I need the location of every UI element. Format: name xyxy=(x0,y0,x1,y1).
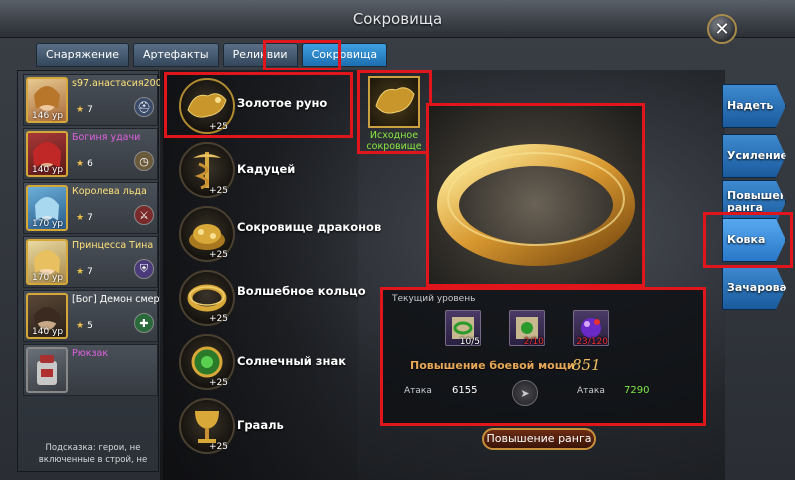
treasure-name: Золотое руно xyxy=(237,96,328,110)
backpack-card[interactable]: Рюкзак xyxy=(23,344,158,396)
treasure-item-golden-fleece[interactable]: Золотое руно +25 xyxy=(175,76,360,140)
hero-level: 140 ур xyxy=(32,165,64,175)
hero-name: Принцесса Тина xyxy=(72,240,154,251)
title-bar: Сокровища xyxy=(0,0,795,38)
source-treasure[interactable]: Исходное сокровище xyxy=(360,72,428,152)
material-count: 2/10 xyxy=(523,337,544,347)
treasure-item-sun-sign[interactable]: Солнечный знак +25 xyxy=(175,332,360,396)
star-icon: ★ xyxy=(76,105,85,115)
hero-card[interactable]: s97.анастасия200 146 ур ★ 7 ⛑ xyxy=(23,74,162,126)
attack-value-next: 7290 xyxy=(624,385,650,396)
backpack-icon xyxy=(37,355,57,385)
star-icon: ★ xyxy=(76,267,85,277)
star-icon: ★ xyxy=(76,321,85,331)
treasure-name: Солнечный знак xyxy=(237,354,347,368)
current-level-label: Текущий уровень xyxy=(392,294,476,304)
window-title: Сокровища xyxy=(352,10,443,28)
forge-info-panel: Текущий уровень 10/5 2/10 23/120 Повышен… xyxy=(382,288,705,425)
tab-treasures[interactable]: Сокровища xyxy=(301,43,388,67)
treasure-preview xyxy=(428,105,643,285)
hero-level: 146 ур xyxy=(32,111,64,121)
tab-bar: Снаряжение Артефакты Реликвии Сокровища xyxy=(36,43,388,67)
shield-icon: ⛨ xyxy=(134,259,154,279)
treasure-bonus: +25 xyxy=(209,250,228,260)
upgrade-arrow-icon: ➤ xyxy=(512,380,538,406)
attack-label-current: Атака xyxy=(404,386,432,396)
forge-button[interactable]: Ковка xyxy=(722,218,786,262)
hero-name: Королева льда xyxy=(72,186,147,197)
treasure-item-magic-ring[interactable]: Волшебное кольцо +25 xyxy=(175,268,366,332)
treasure-item-caduceus[interactable]: Кадуцей +25 xyxy=(175,140,360,204)
hero-stars: ★ 5 xyxy=(76,321,93,331)
treasure-bonus: +25 xyxy=(209,314,228,324)
treasure-name: Сокровище драконов xyxy=(237,220,382,234)
hero-name: [Бог] Демон смерти xyxy=(72,294,172,305)
treasure-window: Сокровища ✕ Снаряжение Артефакты Реликви… xyxy=(0,0,795,480)
hero-name: Богиня удачи xyxy=(72,132,141,143)
source-treasure-label: Исходное сокровище xyxy=(366,130,422,152)
hero-card[interactable]: Принцесса Тина 170 ур ★ 7 ⛨ xyxy=(23,236,158,288)
clock-icon: ◷ xyxy=(134,151,154,171)
material-slot[interactable]: 10/5 xyxy=(445,310,481,347)
hero-card[interactable]: Богиня удачи 140 ур ★ 6 ◷ xyxy=(23,128,158,180)
enhance-button[interactable]: Усиление xyxy=(722,134,786,178)
treasure-name: Грааль xyxy=(237,418,284,432)
close-icon: ✕ xyxy=(714,18,730,40)
attack-label-next: Атака xyxy=(577,386,605,396)
power-increase-label: Повышение боевой мощи xyxy=(410,359,575,372)
hero-card[interactable]: Королева льда 170 ур ★ 7 ⚔ xyxy=(23,182,158,234)
equip-button[interactable]: Надеть xyxy=(722,84,786,128)
hero-level: 170 ур xyxy=(32,219,64,229)
material-slot[interactable]: 2/10 xyxy=(509,310,545,347)
treasure-bonus: +25 xyxy=(209,122,228,132)
tab-equipment[interactable]: Снаряжение xyxy=(36,43,129,67)
power-increase-value: 851 xyxy=(572,356,601,374)
backpack-label: Рюкзак xyxy=(72,348,109,359)
treasure-name: Кадуцей xyxy=(237,162,296,176)
hero-level: 140 ур xyxy=(32,327,64,337)
treasure-bonus: +25 xyxy=(209,186,228,196)
hero-stars: ★ 6 xyxy=(76,159,93,169)
hint-text: Подсказка: герои, не включенные в строй,… xyxy=(38,443,148,465)
hero-list-panel: s97.анастасия200 146 ур ★ 7 ⛑ Богиня удач… xyxy=(17,70,171,472)
rank-up-side-button[interactable]: Повышение ранга xyxy=(722,180,786,224)
close-button[interactable]: ✕ xyxy=(707,14,737,44)
hero-stars: ★ 7 xyxy=(76,213,93,223)
treasure-name: Волшебное кольцо xyxy=(237,284,366,298)
swords-icon: ⚔ xyxy=(134,205,154,225)
backpack-portrait xyxy=(26,347,68,393)
treasure-bonus: +25 xyxy=(209,442,228,452)
rank-up-button[interactable]: Повышение ранга xyxy=(482,428,596,450)
hero-stars: ★ 7 xyxy=(76,267,93,277)
magic-ring-preview-icon xyxy=(437,144,635,266)
helmet-icon: ⛑ xyxy=(134,97,154,117)
star-icon: ★ xyxy=(76,159,85,169)
heal-icon: ✚ xyxy=(134,313,154,333)
treasure-item-dragon-treasure[interactable]: Сокровище драконов +25 xyxy=(175,204,381,268)
material-count: 23/120 xyxy=(576,337,608,347)
star-icon: ★ xyxy=(76,213,85,223)
treasure-bonus: +25 xyxy=(209,378,228,388)
hero-stars: ★ 7 xyxy=(76,105,93,115)
tab-artifacts[interactable]: Артефакты xyxy=(133,43,219,67)
hero-card[interactable]: [Бог] Демон смерти 140 ур ★ 5 ✚ xyxy=(23,290,171,342)
material-slot[interactable]: 23/120 xyxy=(573,310,609,347)
material-count: 10/5 xyxy=(459,337,480,347)
tab-relics[interactable]: Реликвии xyxy=(222,43,298,67)
treasure-item-grail[interactable]: Грааль +25 xyxy=(175,396,360,460)
hero-name: s97.анастасия200 xyxy=(72,78,162,89)
hero-level: 170 ур xyxy=(32,273,64,283)
attack-value-current: 6155 xyxy=(452,385,478,396)
enchant-button[interactable]: Зачарование xyxy=(722,266,786,310)
golden-fleece-icon xyxy=(368,76,420,128)
